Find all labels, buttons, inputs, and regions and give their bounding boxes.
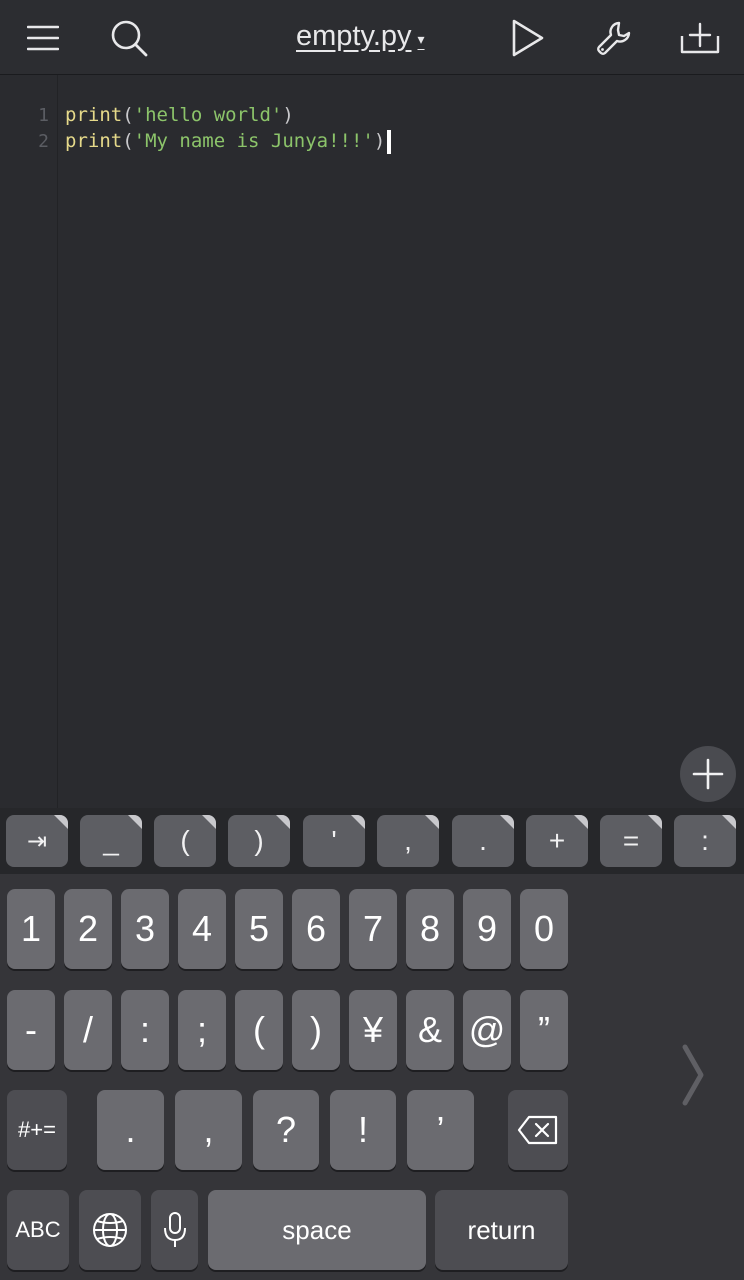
return-key[interactable]: return	[435, 1190, 568, 1270]
code-paren: )	[373, 130, 386, 152]
comma-key[interactable]: ,	[377, 815, 439, 867]
key-comma[interactable]: ,	[175, 1090, 242, 1170]
key-3[interactable]: 3	[121, 889, 169, 969]
plus-key[interactable]: +	[526, 815, 588, 867]
space-key[interactable]: space	[208, 1190, 426, 1270]
close-paren-key[interactable]: )	[228, 815, 290, 867]
key-question[interactable]: ?	[253, 1090, 319, 1170]
key-9[interactable]: 9	[463, 889, 511, 969]
code-line[interactable]: print('hello world')	[65, 102, 294, 128]
file-name: empty.py	[296, 19, 412, 52]
key-8[interactable]: 8	[406, 889, 454, 969]
key-semicolon[interactable]: ;	[178, 990, 226, 1070]
line-number: 2	[38, 131, 49, 152]
chevron-right-icon[interactable]	[678, 1040, 708, 1110]
key-period[interactable]: .	[97, 1090, 164, 1170]
key-4[interactable]: 4	[178, 889, 226, 969]
backspace-icon	[517, 1115, 558, 1145]
chevron-down-icon: ▾	[417, 30, 425, 47]
key-1[interactable]: 1	[7, 889, 55, 969]
code-string: 'hello world'	[133, 104, 283, 126]
key-apostrophe[interactable]: ’	[407, 1090, 474, 1170]
key-0[interactable]: 0	[520, 889, 568, 969]
code-editor[interactable]: 1 2 print('hello world') print('My name …	[0, 75, 744, 808]
underscore-key[interactable]: _	[80, 815, 142, 867]
key-5[interactable]: 5	[235, 889, 283, 969]
plus-icon	[692, 758, 724, 790]
globe-key[interactable]	[79, 1190, 141, 1270]
play-icon[interactable]	[508, 16, 548, 60]
search-icon[interactable]	[106, 16, 152, 60]
key-6[interactable]: 6	[292, 889, 340, 969]
key-at[interactable]: @	[463, 990, 511, 1070]
code-line[interactable]: print('My name is Junya!!!')	[65, 128, 392, 154]
key-double-quote[interactable]: ”	[520, 990, 568, 1070]
tab-key[interactable]: ⇥	[6, 815, 68, 867]
globe-icon	[93, 1213, 127, 1247]
colon-key[interactable]: :	[674, 815, 736, 867]
backspace-key[interactable]	[508, 1090, 568, 1170]
line-number: 1	[38, 105, 49, 126]
wrench-icon[interactable]	[592, 16, 636, 60]
code-paren: )	[282, 104, 294, 126]
equals-key[interactable]: =	[600, 815, 662, 867]
line-number-gutter: 1 2	[0, 75, 58, 808]
key-close-paren[interactable]: )	[292, 990, 340, 1070]
microphone-key[interactable]	[151, 1190, 198, 1270]
key-open-paren[interactable]: (	[235, 990, 283, 1070]
key-7[interactable]: 7	[349, 889, 397, 969]
text-cursor	[387, 129, 392, 154]
key-ampersand[interactable]: &	[406, 990, 454, 1070]
key-colon[interactable]: :	[121, 990, 169, 1070]
key-2[interactable]: 2	[64, 889, 112, 969]
menu-icon[interactable]	[22, 18, 64, 58]
code-function: print	[65, 104, 123, 126]
period-key[interactable]: .	[452, 815, 514, 867]
add-tab-icon[interactable]	[676, 16, 724, 60]
key-minus[interactable]: -	[7, 990, 55, 1070]
code-paren: (	[122, 104, 134, 126]
key-slash[interactable]: /	[64, 990, 112, 1070]
key-yen[interactable]: ¥	[349, 990, 397, 1070]
accessory-key-row: ⇥ _ ( ) ' , . + = :	[0, 808, 744, 874]
open-paren-key[interactable]: (	[154, 815, 216, 867]
add-button[interactable]	[680, 746, 736, 802]
symbols-mode-key[interactable]: #+=	[7, 1090, 67, 1170]
code-string: 'My name is Junya!!!'	[133, 130, 374, 152]
file-title-dropdown[interactable]: empty.py ▾	[296, 14, 425, 58]
microphone-icon	[163, 1212, 186, 1247]
quote-key[interactable]: '	[303, 815, 365, 867]
code-function: print	[65, 130, 123, 152]
toolbar: empty.py ▾	[0, 0, 744, 75]
key-exclamation[interactable]: !	[330, 1090, 396, 1170]
abc-key[interactable]: ABC	[7, 1190, 69, 1270]
code-paren: (	[122, 130, 134, 152]
